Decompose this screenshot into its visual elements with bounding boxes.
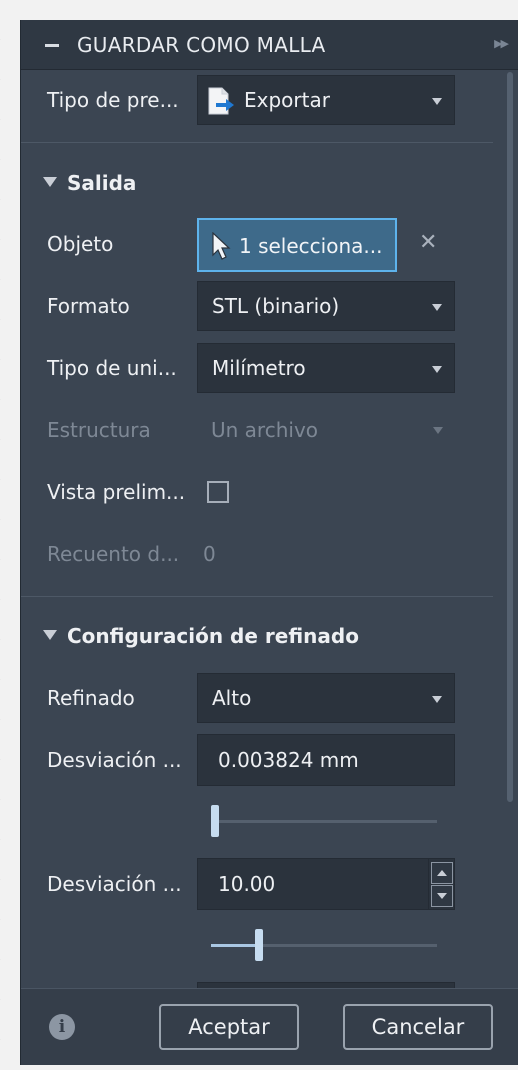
panel-title: GUARDAR COMO MALLA (77, 33, 326, 57)
panel-scrollbar[interactable] (507, 72, 515, 1002)
surface-deviation-label: Desviación ... (47, 748, 182, 772)
normal-deviation-stepper[interactable] (428, 859, 454, 909)
slider-fill (211, 944, 259, 947)
normal-deviation-slider[interactable] (211, 929, 437, 961)
refinement-section-header[interactable]: Configuración de refinado (43, 624, 359, 648)
chevron-down-icon (432, 98, 442, 105)
stepper-down-icon[interactable] (431, 885, 453, 907)
panel-footer: i Aceptar Cancelar (21, 988, 518, 1065)
chevron-down-icon (432, 696, 442, 703)
count-label: Recuento d... (47, 542, 180, 566)
refinement-dropdown[interactable]: Alto (197, 673, 455, 723)
collapse-icon[interactable] (45, 44, 59, 47)
structure-label: Estructura (47, 418, 151, 442)
save-as-mesh-panel: GUARDAR COMO MALLA ▶▶ Tipo de pre... Exp… (20, 20, 518, 1065)
preset-label: Tipo de pre... (47, 88, 179, 112)
preview-label: Vista prelim... (47, 480, 186, 504)
accept-button[interactable]: Aceptar (159, 1004, 299, 1050)
preset-dropdown[interactable]: Exportar (197, 75, 455, 125)
surface-deviation-slider[interactable] (211, 805, 437, 837)
format-value: STL (binario) (212, 294, 340, 318)
panel-titlebar[interactable]: GUARDAR COMO MALLA ▶▶ (21, 20, 518, 70)
unit-type-dropdown[interactable]: Milímetro (197, 343, 455, 393)
stepper-up-icon[interactable] (431, 862, 453, 884)
clear-selection-icon[interactable]: ✕ (419, 230, 437, 255)
chevron-down-icon (432, 304, 442, 311)
refinement-label: Refinado (47, 686, 135, 710)
export-file-icon (206, 86, 236, 120)
scrollbar-thumb[interactable] (507, 72, 513, 802)
section-collapse-icon (43, 630, 57, 640)
object-label: Objeto (47, 232, 114, 256)
refinement-value: Alto (212, 686, 252, 710)
chevron-down-icon (432, 366, 442, 373)
slider-thumb[interactable] (211, 805, 219, 837)
output-section-title: Salida (67, 171, 137, 195)
surface-deviation-value: 0.003824 mm (218, 748, 359, 772)
divider (21, 596, 493, 597)
object-select-button[interactable]: 1 selecciona... (197, 218, 397, 272)
info-icon[interactable]: i (49, 1014, 75, 1040)
output-section-header[interactable]: Salida (43, 171, 136, 195)
normal-deviation-label: Desviación ... (47, 872, 182, 896)
surface-deviation-input[interactable]: 0.003824 mm (197, 734, 455, 786)
structure-value: Un archivo (211, 418, 319, 442)
normal-deviation-value: 10.00 (218, 872, 276, 896)
section-collapse-icon (43, 177, 57, 187)
preset-value: Exportar (244, 88, 330, 112)
preview-checkbox[interactable] (207, 481, 229, 503)
cursor-select-icon (211, 231, 233, 264)
normal-deviation-input[interactable]: 10.00 (197, 858, 455, 910)
unit-type-value: Milímetro (212, 356, 306, 380)
divider (21, 142, 493, 143)
refinement-section-title: Configuración de refinado (67, 624, 359, 648)
slider-thumb[interactable] (255, 929, 263, 961)
count-value: 0 (203, 542, 216, 566)
cancel-button[interactable]: Cancelar (343, 1004, 493, 1050)
format-dropdown[interactable]: STL (binario) (197, 281, 455, 331)
structure-dropdown: Un archivo (197, 405, 455, 455)
unit-type-label: Tipo de uni... (47, 356, 177, 380)
format-label: Formato (47, 294, 130, 318)
expand-panel-icon[interactable]: ▶▶ (494, 37, 509, 50)
chevron-down-icon (433, 427, 443, 434)
object-select-value: 1 selecciona... (239, 234, 383, 258)
